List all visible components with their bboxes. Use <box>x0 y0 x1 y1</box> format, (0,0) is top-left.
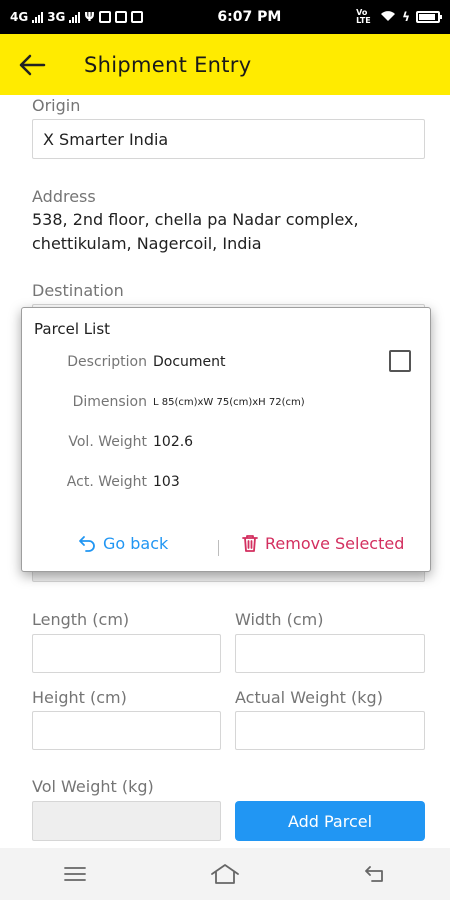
mail-icon <box>114 11 127 23</box>
arrow-left-icon <box>19 54 46 75</box>
vol-weight-row-label: Vol. Weight <box>68 434 147 450</box>
home-button[interactable] <box>195 854 255 894</box>
menu-icon <box>64 867 86 881</box>
wifi-icon <box>380 10 396 25</box>
description-label: Description <box>67 354 147 370</box>
dimension-label: Dimension <box>72 394 147 410</box>
gallery-icon <box>130 11 143 23</box>
clock: 6:07 PM <box>217 9 282 25</box>
width-field[interactable] <box>235 634 425 673</box>
actions-divider <box>218 540 219 556</box>
address-value: 538, 2nd floor, chella pa Nadar complex,… <box>32 210 359 253</box>
page-title: Shipment Entry <box>84 52 252 77</box>
act-weight-value: 103 <box>153 474 180 490</box>
back-nav-icon <box>365 866 383 882</box>
length-field[interactable] <box>32 634 221 673</box>
origin-field[interactable]: X Smarter India <box>32 119 425 159</box>
dimension-value: L 85(cm)xW 75(cm)xH 72(cm) <box>153 397 305 408</box>
destination-label: Destination <box>32 281 124 300</box>
vol-weight-label: Vol Weight (kg) <box>32 777 154 796</box>
parcel-select-checkbox[interactable] <box>389 350 411 372</box>
home-icon <box>211 864 239 884</box>
height-field[interactable] <box>32 711 221 750</box>
usb-icon: Ψ <box>84 10 95 24</box>
system-nav-bar <box>0 848 450 900</box>
network-2-label: 3G <box>47 10 66 24</box>
notification-icon <box>98 11 111 23</box>
app-bar: Shipment Entry <box>0 34 450 95</box>
menu-button[interactable] <box>45 854 105 894</box>
vol-weight-field <box>32 801 221 841</box>
origin-label: Origin <box>32 96 81 115</box>
go-back-label: Go back <box>103 533 169 553</box>
remove-selected-label: Remove Selected <box>265 533 405 553</box>
add-parcel-button[interactable]: Add Parcel <box>235 801 425 841</box>
width-label: Width (cm) <box>235 610 324 629</box>
parcel-list-dialog: Parcel List Description Document Dimensi… <box>21 307 431 572</box>
status-right: Vo LTE ϟ <box>356 8 442 25</box>
battery-icon <box>415 11 442 23</box>
status-left: 4G 3G Ψ <box>10 10 143 24</box>
dialog-actions: Go back Remove Selected <box>22 533 432 563</box>
back-button[interactable] <box>0 34 64 95</box>
back-nav-button[interactable] <box>345 854 405 894</box>
height-label: Height (cm) <box>32 688 127 707</box>
status-bar: 4G 3G Ψ 6:07 PM Vo LTE ϟ <box>0 0 450 34</box>
actual-weight-label: Actual Weight (kg) <box>235 688 383 707</box>
charging-icon: ϟ <box>402 10 410 24</box>
description-value: Document <box>153 354 226 370</box>
origin-value: X Smarter India <box>43 129 169 149</box>
vol-weight-row-value: 102.6 <box>153 434 194 450</box>
signal-icon <box>32 11 44 23</box>
network-1-label: 4G <box>10 10 29 24</box>
remove-selected-button[interactable]: Remove Selected <box>241 533 404 553</box>
length-label: Length (cm) <box>32 610 130 629</box>
undo-icon <box>79 536 95 552</box>
volte-label: Vo LTE <box>356 8 371 25</box>
actual-weight-field[interactable] <box>235 711 425 750</box>
go-back-button[interactable]: Go back <box>77 533 168 553</box>
dialog-title: Parcel List <box>34 320 111 338</box>
address-label: Address <box>32 187 96 206</box>
trash-icon <box>242 535 258 552</box>
act-weight-label: Act. Weight <box>66 474 147 490</box>
signal-icon-2 <box>69 11 81 23</box>
